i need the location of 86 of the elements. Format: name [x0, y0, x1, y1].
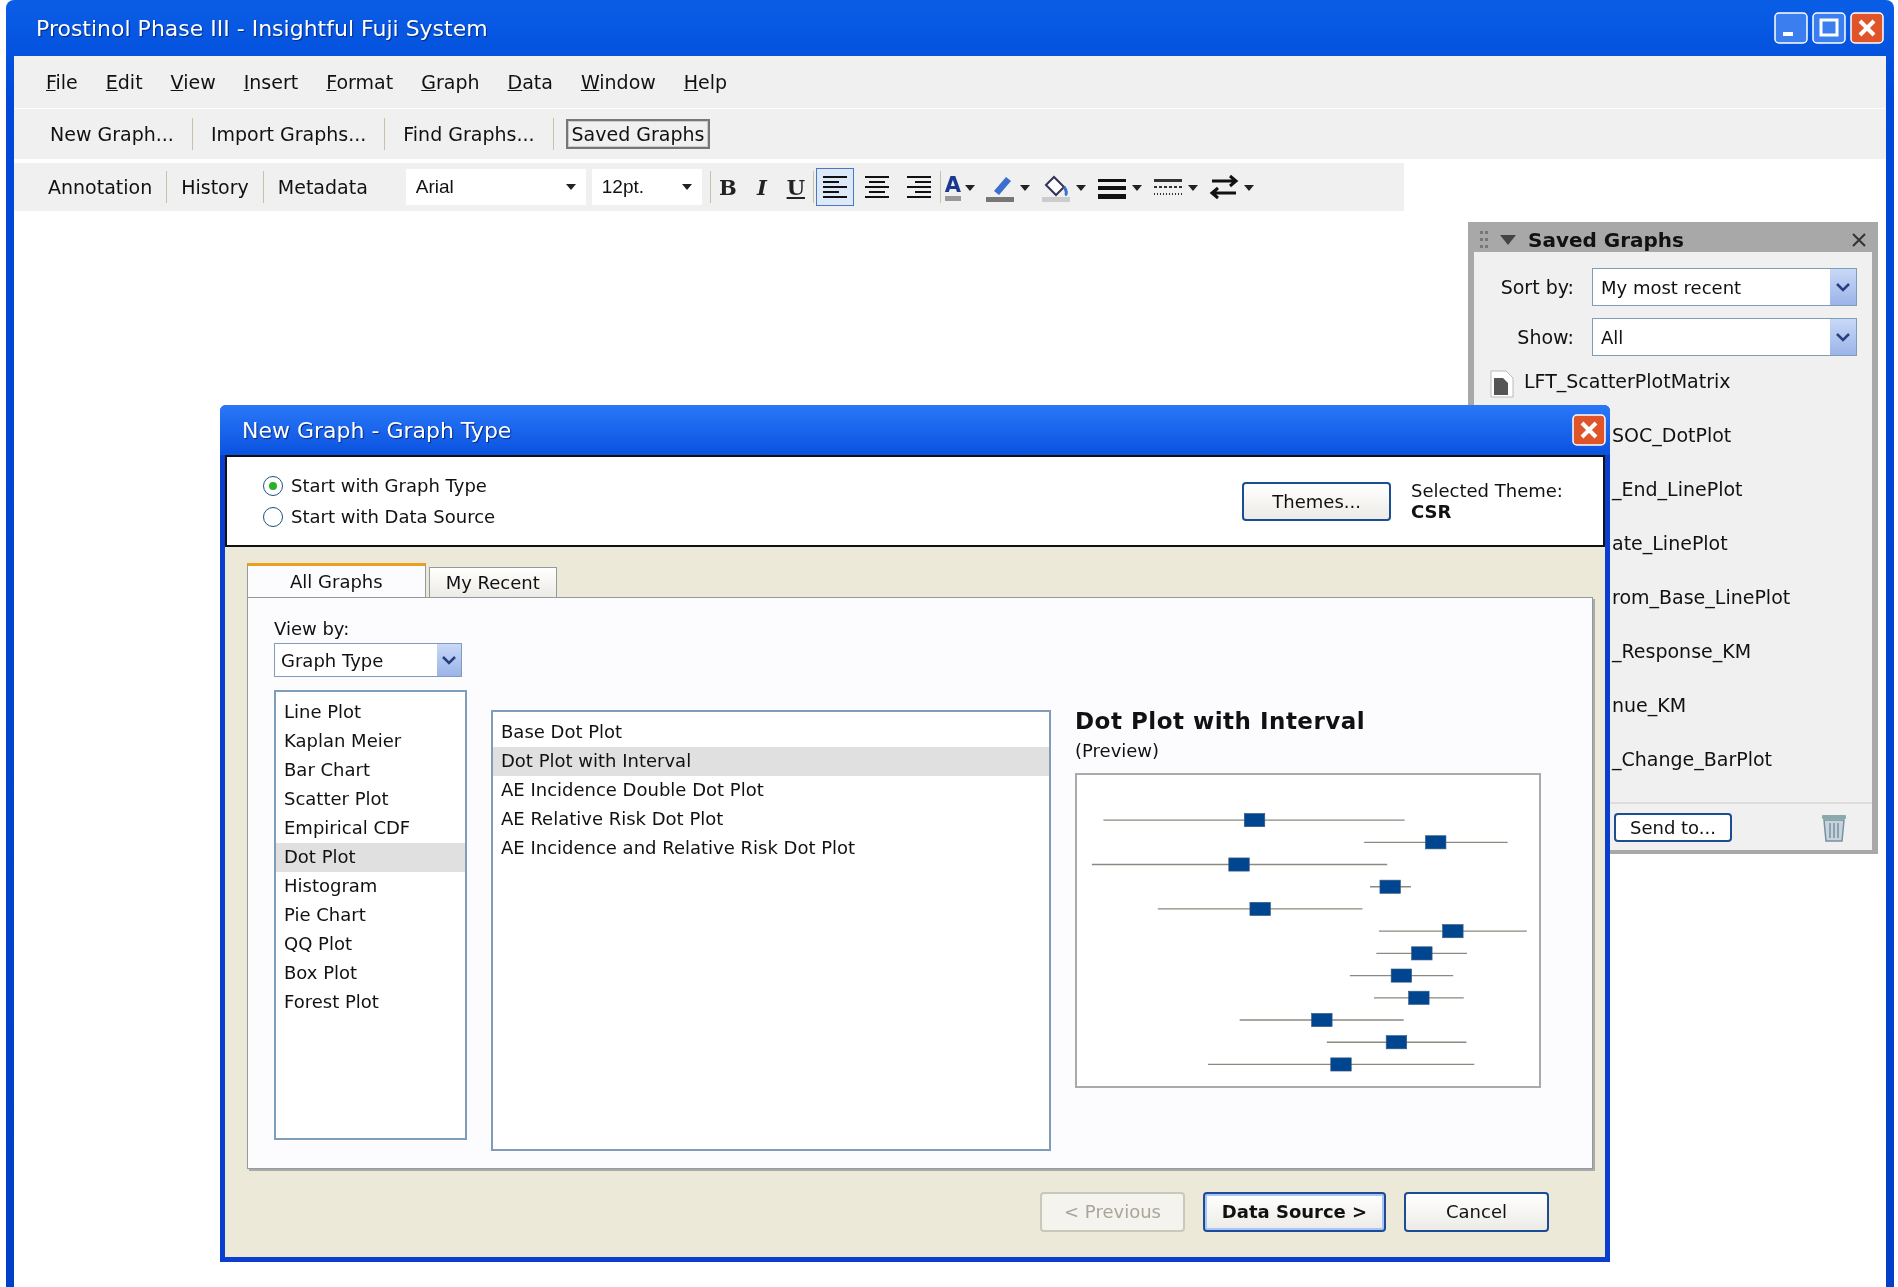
list-item[interactable]: Kaplan Meier	[276, 727, 465, 756]
panel-tab[interactable]: Annotation	[34, 176, 167, 198]
send-to-button[interactable]: Send to...	[1614, 812, 1732, 842]
show-label: Show:	[1516, 326, 1574, 348]
list-item[interactable]: Bar Chart	[276, 756, 465, 785]
minimize-icon[interactable]	[1774, 12, 1808, 44]
menu-item[interactable]: Insert	[229, 67, 313, 97]
interval-marker	[1369, 879, 1412, 894]
tab[interactable]: All Graphs	[247, 563, 426, 597]
align-left-icon[interactable]	[815, 168, 854, 206]
list-item[interactable]: Line Plot	[276, 698, 465, 727]
close-icon[interactable]	[1852, 233, 1866, 247]
chevron-icon[interactable]	[442, 655, 456, 665]
list-item[interactable]: Empirical CDF	[276, 814, 465, 843]
sort-dropdown[interactable]: My most recent	[1592, 268, 1857, 306]
saved-graph-item[interactable]: _Response_KM	[1612, 640, 1752, 662]
radio-label: Start with Graph Type	[291, 475, 487, 496]
list-item[interactable]: Dot Plot	[276, 843, 465, 872]
saved-graph-item[interactable]: _Change_BarPlot	[1612, 748, 1773, 770]
font-dropdown[interactable]: Arial	[405, 169, 586, 205]
list-item[interactable]: Forest Plot	[276, 988, 465, 1017]
category-list[interactable]: Line Plot Kaplan Meier Bar Chart Scatter Plot Empirical CDF Dot Plot Histogram Pie Chart QQ Plot Box Plot Forest Plot	[274, 690, 467, 1140]
menu-item[interactable]: Data	[493, 67, 567, 97]
text-style-button[interactable]: I	[744, 167, 779, 207]
dialog-button[interactable]: Cancel	[1404, 1191, 1549, 1232]
caret-icon[interactable]	[565, 184, 576, 190]
toolbar-button[interactable]: Import Graphs...	[204, 119, 373, 149]
saved-graph-item[interactable]: nue_KM	[1612, 694, 1687, 716]
saved-graph-item[interactable]: ate_LinePlot	[1612, 532, 1728, 554]
menu-item[interactable]: File	[32, 67, 92, 97]
text-style-button[interactable]: B	[710, 167, 745, 207]
list-item[interactable]: Pie Chart	[276, 901, 465, 930]
sort-label: Sort by:	[1499, 276, 1574, 298]
saved-graph-item[interactable]: SOC_DotPlot	[1612, 424, 1732, 446]
list-item[interactable]: Histogram	[276, 872, 465, 901]
preview-subtitle: (Preview)	[1075, 740, 1161, 761]
list-item[interactable]: Base Dot Plot	[493, 718, 1049, 747]
list-item[interactable]: AE Incidence Double Dot Plot	[493, 776, 1049, 805]
theme-value: CSR	[1411, 501, 1453, 522]
view-by-label: View by:	[274, 618, 351, 639]
list-item[interactable]: Box Plot	[276, 959, 465, 988]
tab[interactable]: My Recent	[428, 567, 557, 597]
graph-type-list[interactable]: Base Dot Plot Dot Plot with Interval AE Incidence Double Dot Plot AE Relative Risk Dot Plot AE Incidence and Relative Risk Dot Plot	[491, 710, 1051, 1151]
list-item[interactable]: Scatter Plot	[276, 785, 465, 814]
collapse-icon[interactable]	[1500, 235, 1516, 245]
panel-tab[interactable]: Metadata	[263, 176, 382, 198]
radio-button[interactable]	[263, 475, 283, 496]
toolbar-button[interactable]: New Graph...	[44, 119, 180, 149]
saved-graph-item[interactable]: _End_LinePlot	[1612, 478, 1743, 500]
maximize-icon[interactable]	[1812, 12, 1846, 44]
chevron-icon[interactable]	[1836, 282, 1850, 292]
list-item[interactable]: AE Incidence and Relative Risk Dot Plot	[493, 834, 1049, 863]
show-dropdown[interactable]: All	[1592, 318, 1857, 356]
panel-title: Saved Graphs	[1528, 228, 1685, 252]
dialog-button[interactable]: Data Source >	[1203, 1191, 1386, 1232]
theme-label: Selected Theme:	[1411, 480, 1564, 501]
list-item[interactable]: Dot Plot with Interval	[493, 747, 1049, 776]
document-icon	[1490, 370, 1514, 398]
radio-label: Start with Data Source	[291, 506, 496, 527]
caret-icon[interactable]	[965, 184, 976, 191]
view-by-dropdown[interactable]: Graph Type	[274, 643, 462, 677]
saved-graph-item[interactable]: rom_Base_LinePlot	[1612, 586, 1791, 608]
radio-button[interactable]	[263, 506, 283, 527]
menu-item[interactable]: Help	[669, 67, 742, 97]
saved-graph-item[interactable]: LFT_ScatterPlotMatrix	[1524, 370, 1731, 392]
caret-icon[interactable]	[681, 184, 692, 190]
menu-item[interactable]: View	[156, 67, 230, 97]
menu-item[interactable]: Window	[566, 67, 670, 97]
trash-icon[interactable]	[1820, 812, 1848, 842]
font-color-button[interactable]: A	[940, 167, 980, 207]
toolbar-button[interactable]: Saved Graphs	[565, 119, 711, 149]
panel-tab[interactable]: History	[167, 176, 263, 198]
menu-item[interactable]: Edit	[91, 67, 157, 97]
text-style-button[interactable]: U	[778, 167, 813, 207]
list-item[interactable]: AE Relative Risk Dot Plot	[493, 805, 1049, 834]
list-item[interactable]: QQ Plot	[276, 930, 465, 959]
chevron-icon[interactable]	[1836, 332, 1850, 342]
themes-button[interactable]: Themes...	[1242, 481, 1391, 521]
preview-title: Dot Plot with Interval	[1075, 708, 1367, 734]
dialog-title: New Graph - Graph Type	[242, 417, 512, 443]
toolbar-button[interactable]: Find Graphs...	[397, 119, 541, 149]
menu-item[interactable]: Graph	[407, 67, 494, 97]
window-title: Prostinol Phase III - Insightful Fuji System	[36, 15, 489, 41]
grip-icon[interactable]	[1480, 231, 1488, 249]
menu-item[interactable]: Format	[312, 67, 408, 97]
size-dropdown[interactable]: 12pt.	[591, 169, 702, 205]
